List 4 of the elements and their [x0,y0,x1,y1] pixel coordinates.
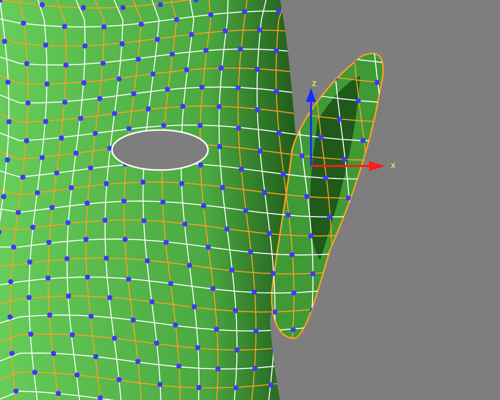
x-axis-arrow[interactable] [311,161,385,171]
z-axis-arrow[interactable] [306,88,316,166]
axis-label: x [391,160,396,170]
axis-label: z [312,78,316,88]
